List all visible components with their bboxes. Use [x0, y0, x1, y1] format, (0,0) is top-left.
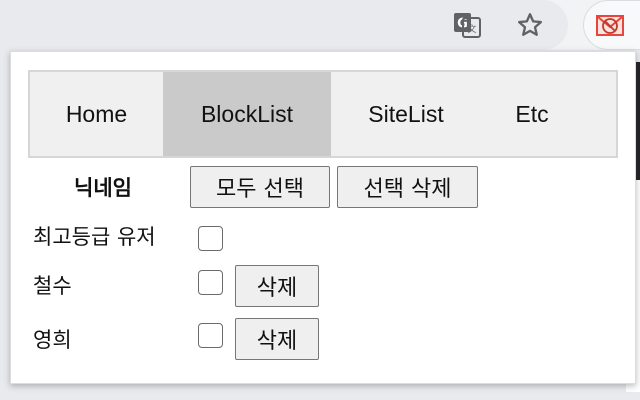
svg-text:文: 文 [467, 23, 476, 35]
tab-etc[interactable]: Etc [481, 72, 583, 156]
nickname-column-header: 닉네임 [74, 176, 132, 200]
translate-icon[interactable]: G 文 [449, 7, 485, 43]
delete-user-button[interactable]: 삭제 [235, 265, 319, 307]
user-name-label: 영희 [33, 328, 72, 352]
browser-toolbar: G 文 [0, 0, 640, 50]
bookmark-star-icon[interactable] [512, 7, 548, 43]
tab-sitelist[interactable]: SiteList [331, 72, 481, 156]
extension-popup: Home BlockList SiteList Etc 닉네임 모두 선택 선택… [10, 51, 636, 384]
top-user-label: 최고등급 유저 [33, 225, 156, 249]
tab-home[interactable]: Home [30, 72, 163, 156]
user-checkbox[interactable] [198, 270, 223, 295]
user-name-label: 철수 [33, 274, 72, 298]
popup-nav: Home BlockList SiteList Etc [28, 70, 618, 158]
user-checkbox[interactable] [198, 323, 223, 348]
select-all-button[interactable]: 모두 선택 [190, 166, 330, 208]
delete-user-button[interactable]: 삭제 [235, 318, 319, 360]
top-user-checkbox[interactable] [198, 226, 223, 251]
extension-block-icon[interactable] [592, 7, 628, 43]
delete-selected-button[interactable]: 선택 삭제 [337, 166, 478, 208]
tab-blocklist[interactable]: BlockList [163, 72, 331, 156]
